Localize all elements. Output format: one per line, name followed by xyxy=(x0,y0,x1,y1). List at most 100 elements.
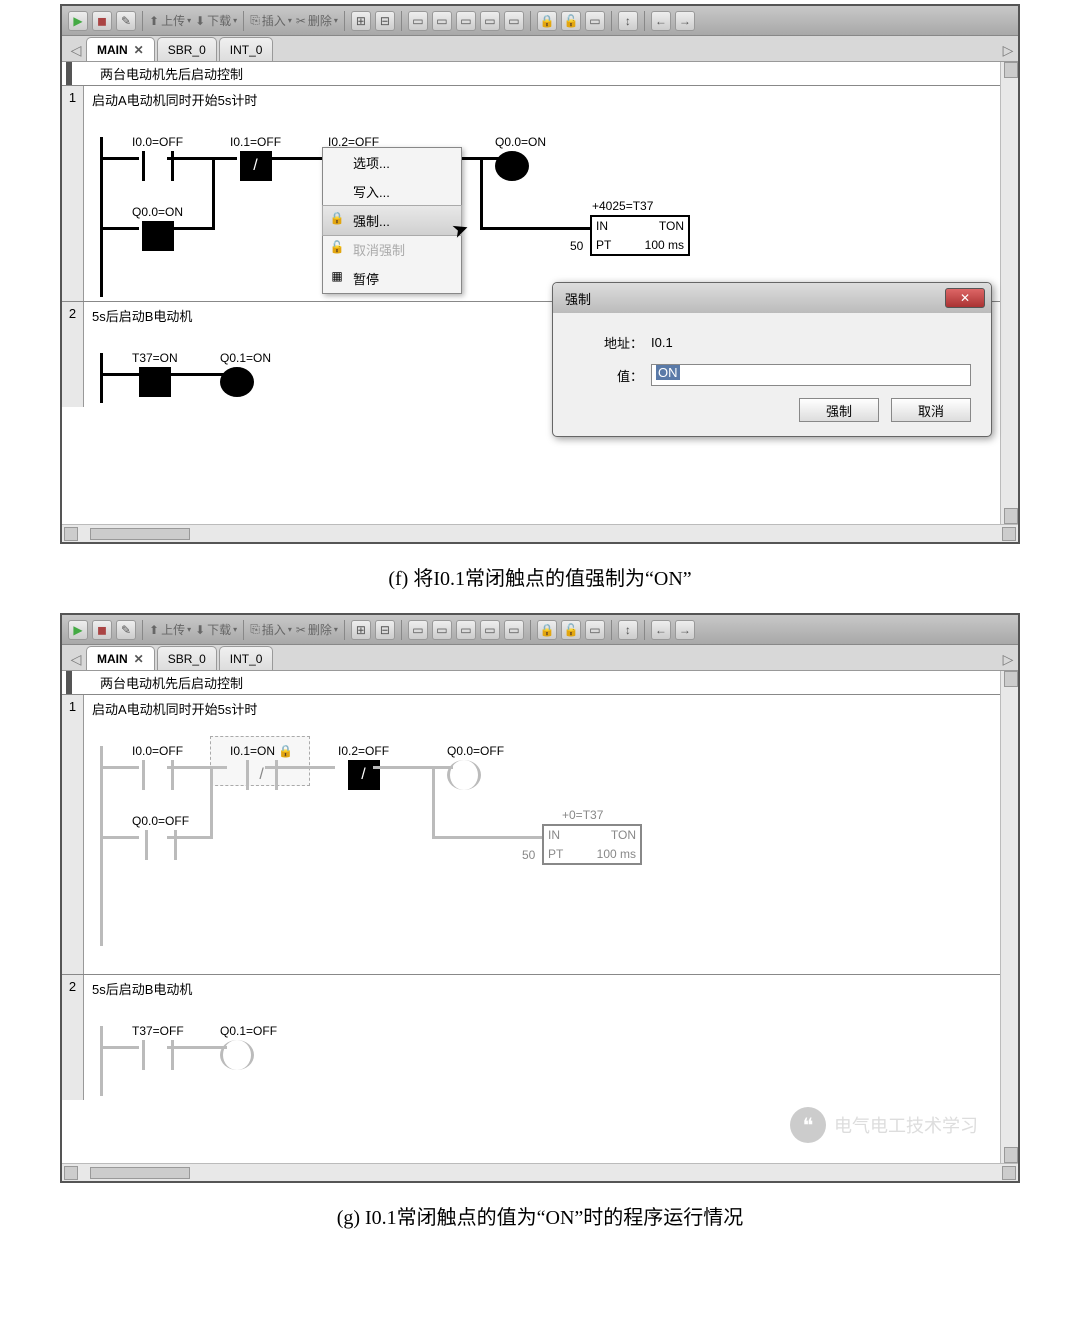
coil-q00[interactable]: Q0.0=ON xyxy=(495,135,546,181)
upload-button[interactable]: ⬆上传▾ xyxy=(149,621,191,638)
tb[interactable]: → xyxy=(675,620,695,640)
unlock-button[interactable]: 🔓 xyxy=(561,620,581,640)
force-button[interactable]: 强制 xyxy=(799,398,879,422)
upload-button[interactable]: ⬆上传▾ xyxy=(149,12,191,29)
lock-icon: 🔒 xyxy=(329,210,345,226)
tab-next[interactable]: ▷ xyxy=(998,648,1018,670)
cancel-button[interactable]: 取消 xyxy=(891,398,971,422)
panel-f: ▶ ◼ ✎ ⬆上传▾ ⬇下载▾ ⎘插入▾ ✂删除▾ ⊞ ⊟ ▭ ▭ ▭ ▭ ▭ … xyxy=(60,4,1020,544)
contact-i02[interactable]: I0.2=OFF / xyxy=(338,744,389,795)
run-button[interactable]: ▶ xyxy=(68,620,88,640)
t3[interactable]: ▭ xyxy=(408,620,428,640)
contact-i01[interactable]: I0.1=OFF / xyxy=(230,135,281,186)
tab-sbr0[interactable]: SBR_0 xyxy=(157,646,217,670)
contact-i01[interactable]: I0.1=ON 🔒 / xyxy=(230,744,293,795)
t7[interactable]: ▭ xyxy=(504,11,524,31)
horizontal-scrollbar[interactable] xyxy=(62,524,1018,542)
t8[interactable]: ▭ xyxy=(585,11,605,31)
horizontal-scrollbar[interactable] xyxy=(62,1163,1018,1181)
t4[interactable]: ▭ xyxy=(432,11,452,31)
coil-q01[interactable]: Q0.1=ON xyxy=(220,351,271,397)
tab-next[interactable]: ▷ xyxy=(998,39,1018,61)
t9[interactable]: ↕ xyxy=(618,11,638,31)
panel-g: ▶ ◼ ✎ ⬆上传▾ ⬇下载▾ ⎘插入▾ ✂删除▾ ⊞ ⊟ ▭ ▭ ▭ ▭ ▭ … xyxy=(60,613,1020,1183)
dialog-close-button[interactable]: ✕ xyxy=(945,288,985,308)
pause-icon: ▦ xyxy=(329,268,345,284)
t3[interactable]: ▭ xyxy=(408,11,428,31)
ctx-unforce[interactable]: 🔓取消强制 xyxy=(323,235,461,264)
ctx-pause[interactable]: ▦暂停 xyxy=(323,264,461,293)
insert-button[interactable]: ⎘插入▾ xyxy=(250,12,292,29)
timer-pt-in: 50 xyxy=(570,239,583,253)
network-comment: 5s后启动B电动机 xyxy=(92,979,1010,998)
toggle1-button[interactable]: ⊞ xyxy=(351,620,371,640)
tool-button[interactable]: ✎ xyxy=(116,11,136,31)
t8[interactable]: ▭ xyxy=(585,620,605,640)
watermark: ❝ 电气电工技术学习 xyxy=(790,1107,978,1143)
timer-t37[interactable]: INTON PT100 ms xyxy=(590,215,690,256)
addr-label: 地址： xyxy=(573,333,643,352)
ladder-editor[interactable]: 两台电动机先后启动控制 1 启动A电动机同时开始5s计时 I0.0=OFF I0… xyxy=(62,62,1018,524)
delete-button[interactable]: ✂删除▾ xyxy=(296,12,338,29)
t6[interactable]: ▭ xyxy=(480,11,500,31)
contact-t37[interactable]: T37=OFF xyxy=(132,1024,184,1075)
tab-prev[interactable]: ◁ xyxy=(66,648,86,670)
network-1: 1 启动A电动机同时开始5s计时 I0.0=OFF I0.1=ON 🔒 / xyxy=(62,694,1018,974)
toolbar: ▶ ◼ ✎ ⬆上传▾ ⬇下载▾ ⎘插入▾ ✂删除▾ ⊞ ⊟ ▭ ▭ ▭ ▭ ▭ … xyxy=(62,615,1018,645)
dialog-title: 强制 xyxy=(565,289,591,308)
t6[interactable]: ▭ xyxy=(480,620,500,640)
program-title: 两台电动机先后启动控制 xyxy=(66,62,1018,85)
t4[interactable]: ▭ xyxy=(432,620,452,640)
network-2: 2 5s后启动B电动机 T37=OFF Q0.1=OFF xyxy=(62,974,1018,1100)
delete-button[interactable]: ✂删除▾ xyxy=(296,621,338,638)
lock-button[interactable]: 🔒 xyxy=(537,620,557,640)
tab-prev[interactable]: ◁ xyxy=(66,39,86,61)
tool-button[interactable]: ✎ xyxy=(116,620,136,640)
timer-value: +0=T37 xyxy=(562,808,603,822)
contact-i00[interactable]: I0.0=OFF xyxy=(132,135,183,186)
tab-main[interactable]: MAIN✕ xyxy=(86,37,155,61)
contact-q00[interactable]: Q0.0=ON xyxy=(132,205,183,256)
t5[interactable]: ▭ xyxy=(456,620,476,640)
network-number: 2 xyxy=(62,302,84,407)
ta[interactable]: ← xyxy=(651,620,671,640)
network-comment: 启动A电动机同时开始5s计时 xyxy=(92,90,1010,109)
t7[interactable]: ▭ xyxy=(504,620,524,640)
ladder-editor[interactable]: 两台电动机先后启动控制 1 启动A电动机同时开始5s计时 I0.0=OFF I0… xyxy=(62,671,1018,1163)
download-button[interactable]: ⬇下载▾ xyxy=(195,621,237,638)
unlock-button[interactable]: 🔓 xyxy=(561,11,581,31)
lock-button[interactable]: 🔒 xyxy=(537,11,557,31)
contact-t37[interactable]: T37=ON xyxy=(132,351,178,402)
contact-i00[interactable]: I0.0=OFF xyxy=(132,744,183,795)
tb[interactable]: → xyxy=(675,11,695,31)
toggle1-button[interactable]: ⊞ xyxy=(351,11,371,31)
tab-bar: ◁ MAIN✕ SBR_0 INT_0 ▷ xyxy=(62,36,1018,62)
value-input[interactable]: ON xyxy=(651,364,971,386)
download-button[interactable]: ⬇下载▾ xyxy=(195,12,237,29)
ta[interactable]: ← xyxy=(651,11,671,31)
dialog-titlebar[interactable]: 强制 ✕ xyxy=(553,283,991,313)
tab-sbr0[interactable]: SBR_0 xyxy=(157,37,217,61)
timer-pt-in: 50 xyxy=(522,848,535,862)
close-icon[interactable]: ✕ xyxy=(134,43,144,57)
coil-q00[interactable]: Q0.0=OFF xyxy=(447,744,504,790)
tab-int0[interactable]: INT_0 xyxy=(219,37,274,61)
close-icon[interactable]: ✕ xyxy=(134,652,144,666)
coil-q01[interactable]: Q0.1=OFF xyxy=(220,1024,277,1070)
run-button[interactable]: ▶ xyxy=(68,11,88,31)
toggle2-button[interactable]: ⊟ xyxy=(375,620,395,640)
tab-main[interactable]: MAIN✕ xyxy=(86,646,155,670)
network-1: 1 启动A电动机同时开始5s计时 I0.0=OFF I0.1=OFF / xyxy=(62,85,1018,301)
insert-button[interactable]: ⎘插入▾ xyxy=(250,621,292,638)
contact-q00[interactable]: Q0.0=OFF xyxy=(132,814,189,865)
toggle2-button[interactable]: ⊟ xyxy=(375,11,395,31)
timer-t37[interactable]: INTON PT100 ms xyxy=(542,824,642,865)
stop-button[interactable]: ◼ xyxy=(92,620,112,640)
t9[interactable]: ↕ xyxy=(618,620,638,640)
t5[interactable]: ▭ xyxy=(456,11,476,31)
ctx-force[interactable]: 🔒强制... xyxy=(322,205,462,236)
ctx-options[interactable]: 选项... xyxy=(323,148,461,177)
tab-int0[interactable]: INT_0 xyxy=(219,646,274,670)
ctx-write[interactable]: 写入... xyxy=(323,177,461,206)
stop-button[interactable]: ◼ xyxy=(92,11,112,31)
